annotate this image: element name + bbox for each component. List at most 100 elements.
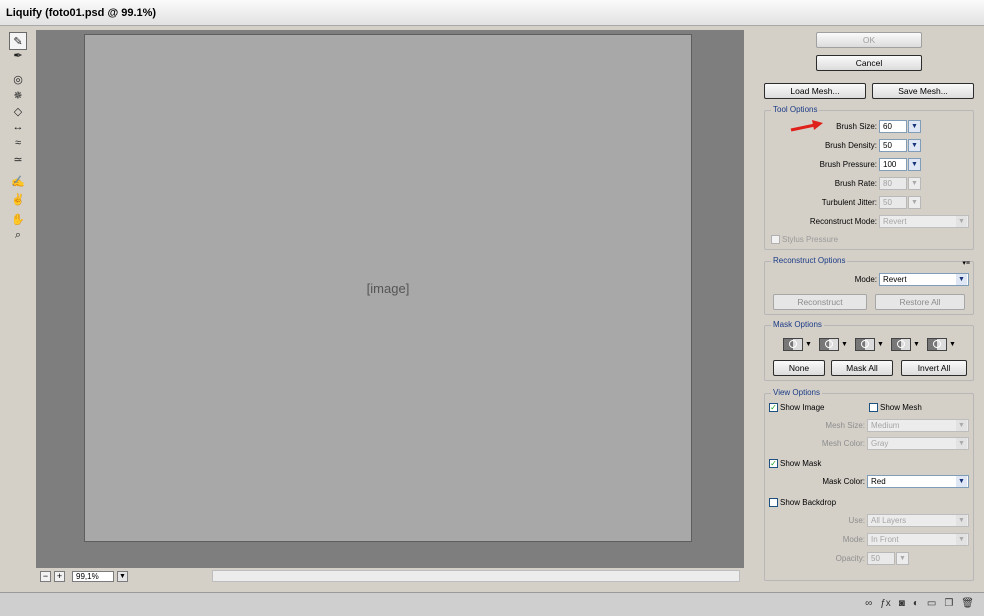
fx-icon[interactable]: ƒx xyxy=(880,598,891,609)
folder-icon[interactable]: ▭ xyxy=(927,598,936,609)
stylus-pressure-checkbox: Stylus Pressure xyxy=(771,235,838,244)
replace-selection-icon[interactable]: ▼ xyxy=(783,337,813,351)
backdrop-mode-value: In Front xyxy=(871,535,899,544)
zoom-out-button[interactable]: − xyxy=(40,570,51,582)
window-title: Liquify (foto01.psd @ 99.1%) xyxy=(6,7,157,19)
brush-size-dropdown[interactable]: ▼ xyxy=(908,120,921,133)
invert-all-button[interactable]: Invert All xyxy=(901,360,967,376)
horizontal-scrollbar[interactable] xyxy=(212,570,740,582)
backdrop-mode-label: Mode: xyxy=(842,535,865,544)
use-label: Use: xyxy=(848,516,865,525)
options-panel: OK Cancel Load Mesh... Save Mesh... Tool… xyxy=(756,28,984,588)
turbulence-icon[interactable]: ≃ xyxy=(9,150,27,168)
zoom-icon[interactable]: ⌕ xyxy=(9,226,27,244)
save-mesh-button[interactable]: Save Mesh... xyxy=(872,83,974,99)
opacity-label: Opacity: xyxy=(835,554,865,563)
use-select: All Layers ▼ xyxy=(867,514,969,527)
stylus-pressure-label: Stylus Pressure xyxy=(782,235,839,244)
reconstruct-options-group: Reconstruct Options ▾≡ Mode: Revert ▼ Re… xyxy=(764,256,974,315)
show-mesh-box xyxy=(869,403,878,412)
mask-none-button[interactable]: None xyxy=(773,360,825,376)
ok-button[interactable]: OK xyxy=(816,32,922,48)
show-backdrop-box xyxy=(769,498,778,507)
freeze-mask-icon[interactable]: ✍ xyxy=(9,172,27,190)
mask-color-select[interactable]: Red ▼ xyxy=(867,475,969,488)
mask-options-title: Mask Options xyxy=(771,320,824,329)
brush-density-dropdown[interactable]: ▼ xyxy=(908,139,921,152)
subtract-from-selection-icon[interactable]: ▼ xyxy=(855,337,885,351)
mesh-color-label: Mesh Color: xyxy=(821,439,865,448)
use-value: All Layers xyxy=(871,516,907,525)
new-layer-icon[interactable]: ❐ xyxy=(944,598,953,609)
brush-density-label: Brush Density: xyxy=(824,141,877,150)
mesh-size-select: Medium ▼ xyxy=(867,419,969,432)
preview-area[interactable]: [image] xyxy=(36,30,744,568)
brush-rate-label: Brush Rate: xyxy=(834,179,877,188)
show-image-label: Show Image xyxy=(780,403,825,412)
reconstruct-options-mode-value: Revert xyxy=(883,275,907,284)
chevron-down-icon: ▼ xyxy=(956,216,967,227)
link-icon[interactable]: ∞ xyxy=(865,598,872,609)
load-mesh-button[interactable]: Load Mesh... xyxy=(764,83,866,99)
trash-icon[interactable]: 🗑 xyxy=(961,598,974,609)
image-canvas[interactable]: [image] xyxy=(84,34,692,542)
show-backdrop-checkbox[interactable]: Show Backdrop xyxy=(769,498,836,507)
view-options-title: View Options xyxy=(771,388,822,397)
cancel-button[interactable]: Cancel xyxy=(816,55,922,71)
show-image-checkbox[interactable]: ✓ Show Image xyxy=(769,403,824,412)
chevron-down-icon: ▼ xyxy=(956,438,967,449)
mask-icon[interactable]: ◙ xyxy=(899,598,905,609)
panel-menu-icon[interactable]: ▾≡ xyxy=(962,259,970,267)
mesh-color-value: Gray xyxy=(871,439,889,448)
tool-strip: ✎ ✒ ◎ ✵ ◇ ↔ ≈ ≃ ✍ ✌ ✋ ⌕ xyxy=(6,30,32,250)
show-mask-label: Show Mask xyxy=(780,459,822,468)
mesh-color-select: Gray ▼ xyxy=(867,437,969,450)
show-backdrop-label: Show Backdrop xyxy=(780,498,837,507)
mask-all-button[interactable]: Mask All xyxy=(831,360,893,376)
thaw-mask-icon[interactable]: ✌ xyxy=(9,190,27,208)
chevron-down-icon: ▼ xyxy=(956,515,967,526)
turbulent-jitter-field: 50 xyxy=(879,196,907,209)
zoom-level-field[interactable]: 99,1% xyxy=(72,570,114,582)
show-mask-check-icon: ✓ xyxy=(769,459,778,468)
tool-options-title: Tool Options xyxy=(771,105,820,114)
bottom-icons: ∞ ƒx ◙ ◐ ▭ ❐ 🗑 xyxy=(865,598,974,609)
brush-density-field[interactable]: 50 xyxy=(879,139,907,152)
brush-rate-field: 80 xyxy=(879,177,907,190)
invert-selection-icon[interactable]: ▼ xyxy=(927,337,957,351)
zoom-dropdown-button[interactable]: ▼ xyxy=(117,570,128,582)
opacity-dropdown: ▼ xyxy=(896,552,909,565)
restore-all-button[interactable]: Restore All xyxy=(875,294,965,310)
chevron-down-icon: ▼ xyxy=(956,476,967,487)
brush-pressure-dropdown[interactable]: ▼ xyxy=(908,158,921,171)
brush-pressure-field[interactable]: 100 xyxy=(879,158,907,171)
zoom-controls: − + 99,1% ▼ xyxy=(40,570,128,582)
mask-color-label: Mask Color: xyxy=(822,477,865,486)
reconstruct-mode-select: Revert ▼ xyxy=(879,215,969,228)
add-to-selection-icon[interactable]: ▼ xyxy=(819,337,849,351)
chevron-down-icon: ▼ xyxy=(956,420,967,431)
intersect-with-selection-icon[interactable]: ▼ xyxy=(891,337,921,351)
show-mesh-checkbox[interactable]: Show Mesh xyxy=(869,403,922,412)
show-mesh-label: Show Mesh xyxy=(880,403,922,412)
reconstruct-button[interactable]: Reconstruct xyxy=(773,294,867,310)
brush-size-field[interactable]: 60 xyxy=(879,120,907,133)
show-mask-checkbox[interactable]: ✓ Show Mask xyxy=(769,459,821,468)
chevron-down-icon: ▼ xyxy=(956,534,967,545)
bottom-bar: ∞ ƒx ◙ ◐ ▭ ❐ 🗑 xyxy=(0,592,984,616)
stylus-pressure-box xyxy=(771,235,780,244)
mask-options-group: Mask Options ▼ ▼ ▼ ▼ ▼ None Mask All Inv… xyxy=(764,320,974,381)
mesh-size-label: Mesh Size: xyxy=(825,421,865,430)
reconstruct-icon[interactable]: ✒ xyxy=(9,46,27,64)
reconstruct-options-mode-select[interactable]: Revert ▼ xyxy=(879,273,969,286)
brush-size-label: Brush Size: xyxy=(836,122,877,131)
mask-color-value: Red xyxy=(871,477,886,486)
canvas-placeholder: [image] xyxy=(366,280,410,296)
reconstruct-mode-value: Revert xyxy=(883,217,907,226)
brush-rate-dropdown: ▼ xyxy=(908,177,921,190)
opacity-field: 50 xyxy=(867,552,895,565)
title-bar: Liquify (foto01.psd @ 99.1%) xyxy=(0,0,984,26)
adjustment-icon[interactable]: ◐ xyxy=(913,598,919,609)
chevron-down-icon: ▼ xyxy=(956,274,967,285)
zoom-in-button[interactable]: + xyxy=(54,570,65,582)
